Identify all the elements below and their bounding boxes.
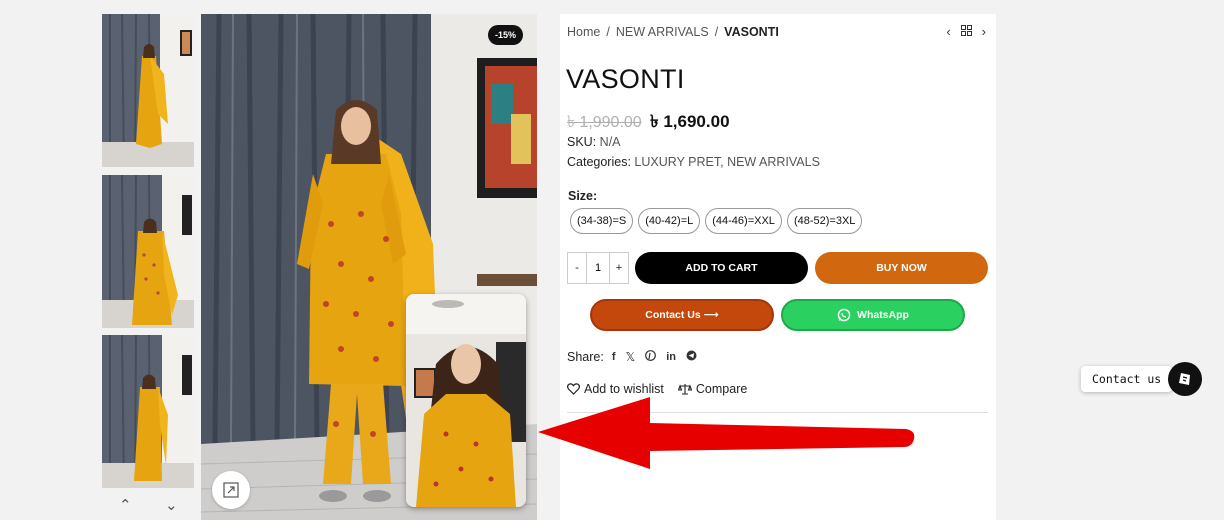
linkedin-icon[interactable]: in (666, 351, 676, 363)
old-price: ৳ 1,990.00 (567, 114, 642, 131)
breadcrumb-separator: / (714, 25, 719, 39)
buy-now-button[interactable]: BUY NOW (815, 252, 988, 284)
floating-contact-label[interactable]: Contact us (1081, 366, 1173, 392)
floating-contact-button[interactable] (1168, 362, 1202, 396)
next-product-icon[interactable]: › (982, 24, 986, 39)
chevron-down-icon[interactable]: ⌄ (165, 496, 178, 514)
breadcrumb-current: VASONTI (724, 25, 779, 39)
thumbnail-1[interactable] (102, 14, 194, 167)
product-navigation: ‹ › (946, 24, 986, 39)
chevron-up-icon[interactable]: ⌃ (119, 496, 132, 514)
discount-badge: -15% (487, 25, 523, 45)
contact-us-button[interactable]: Contact Us ⟶ (590, 299, 774, 331)
category-link-luxury-pret[interactable]: LUXURY PRET (634, 155, 720, 169)
grid-icon[interactable] (960, 24, 972, 39)
share-label: Share: (567, 350, 604, 364)
product-actions: Add to wishlist Compare (567, 382, 747, 396)
whatsapp-icon (837, 308, 851, 322)
wishlist-label: Add to wishlist (584, 382, 664, 396)
quantity-increase-button[interactable]: + (610, 253, 628, 283)
size-option-xxl[interactable]: (44-46)=XXL (705, 208, 782, 234)
breadcrumb-category[interactable]: NEW ARRIVALS (616, 25, 709, 39)
whatsapp-label: WhatsApp (857, 309, 909, 321)
size-label: Size: (568, 189, 598, 203)
telegram-icon[interactable] (686, 350, 697, 364)
categories-row: Categories: LUXURY PRET, NEW ARRIVALS (567, 155, 820, 169)
previous-product-icon[interactable]: ‹ (946, 24, 950, 39)
add-to-wishlist-link[interactable]: Add to wishlist (567, 382, 664, 396)
x-icon[interactable]: 𝕏 (626, 350, 636, 364)
pinterest-icon[interactable] (645, 350, 657, 364)
sku-row: SKU: N/A (567, 135, 621, 149)
compare-link[interactable]: Compare (677, 382, 748, 396)
size-option-l[interactable]: (40-42)=L (638, 208, 701, 234)
scale-icon (677, 384, 692, 395)
quantity-stepper: - + (567, 252, 629, 284)
expand-icon (223, 482, 239, 498)
size-options: (34-38)=S (40-42)=L (44-46)=XXL (48-52)=… (570, 208, 863, 234)
red-arrow-annotation (538, 397, 915, 469)
add-to-cart-button[interactable]: ADD TO CART (635, 252, 808, 284)
sale-price: ৳ 1,690.00 (650, 112, 730, 131)
compare-label: Compare (695, 382, 748, 396)
size-option-s[interactable]: (34-38)=S (570, 208, 634, 234)
product-price: ৳ 1,990.00 ৳ 1,690.00 (567, 109, 730, 137)
thumbnail-2[interactable] (102, 175, 194, 328)
share-row: Share: f 𝕏 in (567, 350, 697, 364)
zoom-button[interactable] (212, 471, 250, 509)
video-preview-popup[interactable] (406, 294, 526, 507)
chat-icon (1179, 373, 1190, 385)
thumbnail-navigation: ⌃ ⌄ (102, 494, 194, 520)
breadcrumb: Home / NEW ARRIVALS / VASONTI (567, 25, 779, 39)
heart-icon (567, 383, 580, 395)
thumbnail-3[interactable] (102, 335, 194, 488)
product-title: VASONTI (566, 64, 685, 94)
breadcrumb-home[interactable]: Home (567, 25, 600, 39)
video-preview-image (406, 294, 526, 507)
whatsapp-button[interactable]: WhatsApp (781, 299, 965, 331)
sku-label: SKU: (567, 135, 597, 149)
facebook-icon[interactable]: f (612, 351, 616, 363)
categories-label: Categories: (567, 155, 631, 169)
quantity-decrease-button[interactable]: - (568, 253, 586, 283)
main-product-image[interactable]: -15% (201, 14, 537, 520)
category-link-new-arrivals[interactable]: NEW ARRIVALS (727, 155, 820, 169)
breadcrumb-separator: / (606, 25, 610, 39)
quantity-input[interactable] (586, 253, 610, 283)
sku-value: N/A (599, 135, 621, 149)
size-option-3xl[interactable]: (48-52)=3XL (786, 208, 863, 234)
